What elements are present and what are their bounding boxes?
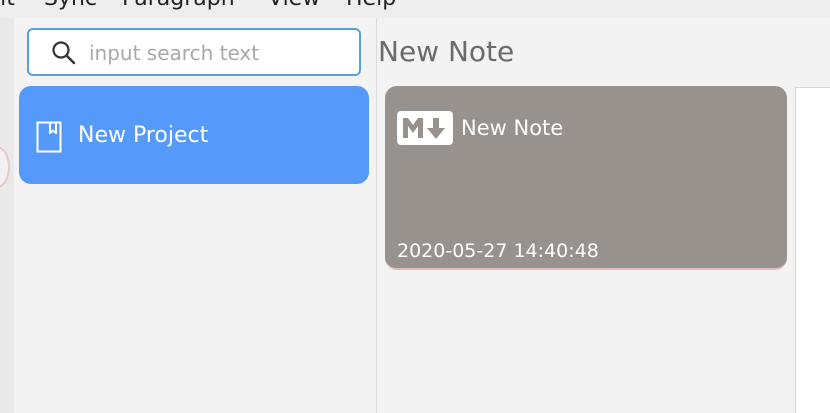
menu-edit[interactable]: lit: [0, 0, 15, 10]
notes-panel-title: New Note: [378, 35, 515, 68]
search-box[interactable]: [27, 28, 361, 76]
search-icon: [52, 41, 76, 65]
search-input[interactable]: [87, 36, 351, 70]
project-label: New Project: [78, 123, 209, 148]
markdown-icon: [397, 111, 453, 145]
notes-list-panel: New Note New Note 2020-05-27 14:40:48: [377, 18, 795, 413]
avatar[interactable]: [0, 146, 10, 188]
menu-paragraph[interactable]: Paragraph: [122, 0, 235, 10]
menu-help[interactable]: Help: [346, 0, 396, 10]
editor-pane[interactable]: [795, 87, 830, 413]
note-card-date: 2020-05-27 14:40:48: [397, 240, 599, 262]
bookmark-icon: [36, 121, 62, 153]
activity-strip: [0, 18, 14, 413]
menu-view[interactable]: View: [268, 0, 320, 10]
project-sidebar: New Project: [14, 18, 377, 413]
menu-sync[interactable]: Sync: [44, 0, 97, 10]
note-card[interactable]: New Note 2020-05-27 14:40:48: [385, 86, 787, 270]
note-card-title: New Note: [461, 116, 564, 140]
project-item-new-project[interactable]: New Project: [19, 86, 369, 184]
app-window: lit Sync Paragraph View Help New Project…: [0, 0, 830, 413]
menu-bar: lit Sync Paragraph View Help: [0, 0, 830, 18]
